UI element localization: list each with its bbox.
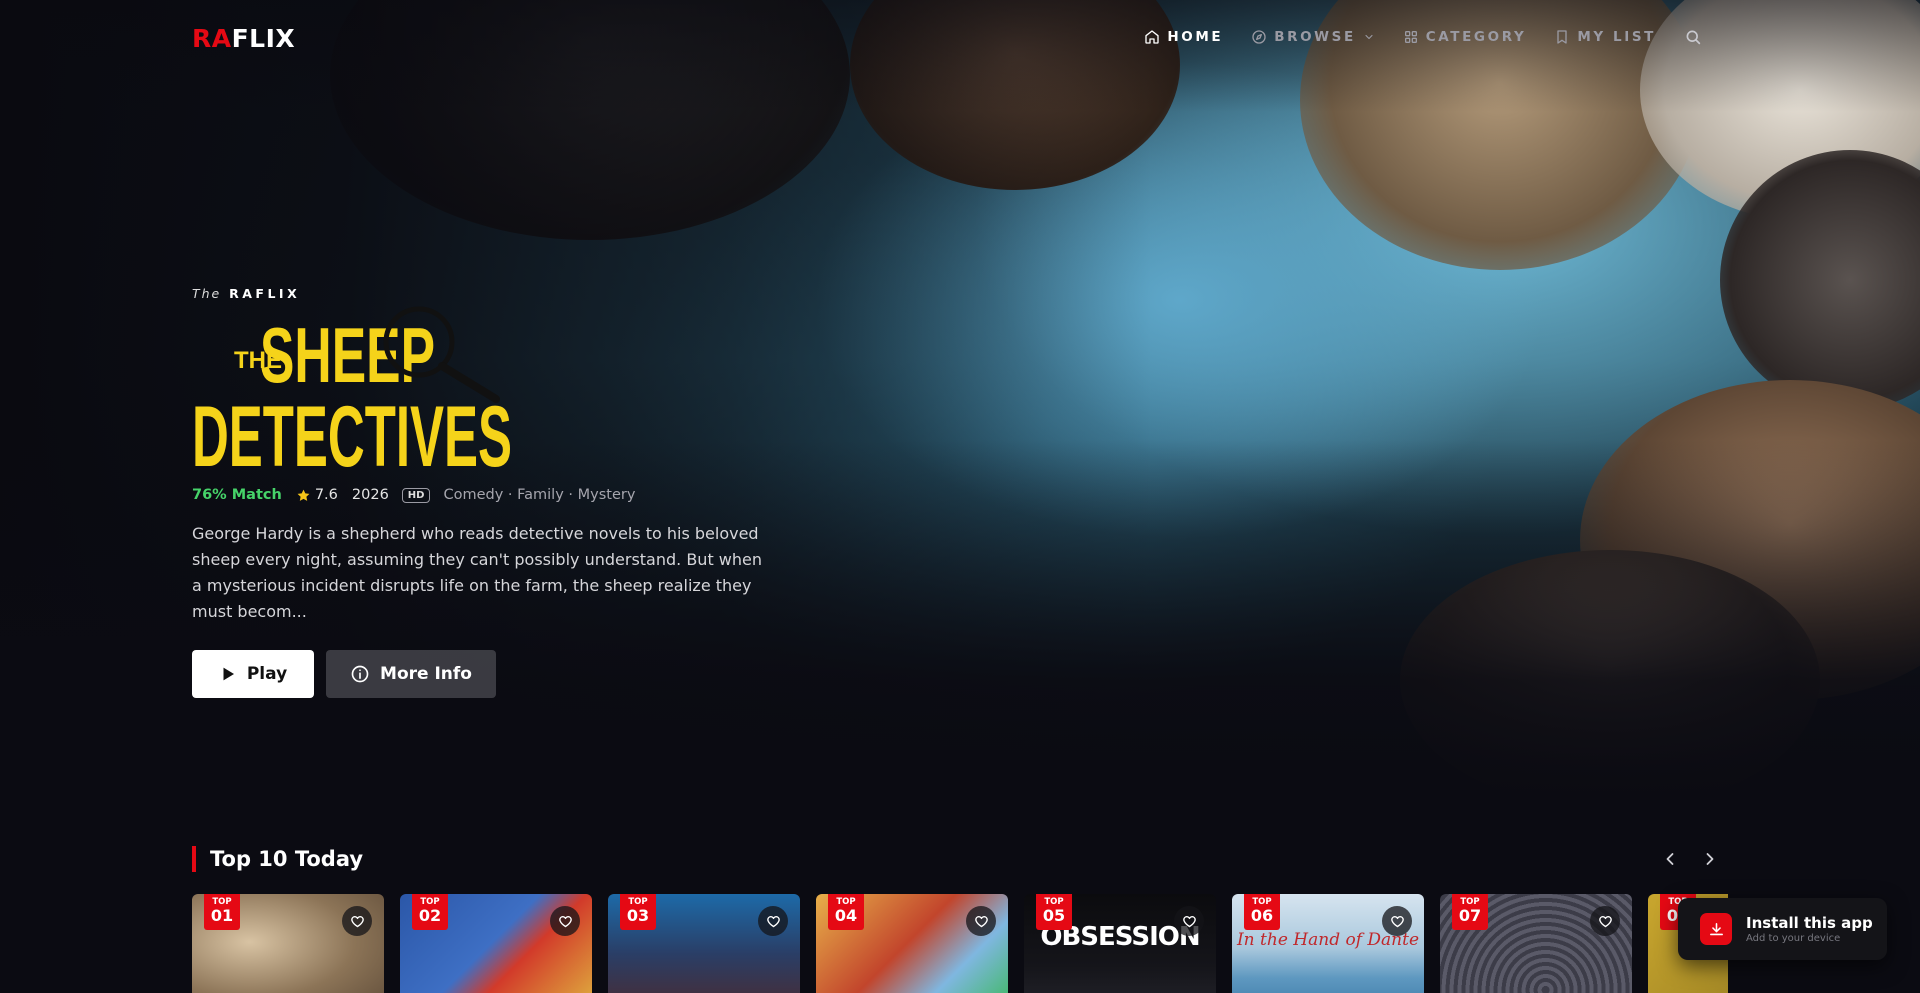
nav-category[interactable]: CATEGORY [1403, 29, 1527, 45]
hero-description: George Hardy is a shepherd who reads det… [192, 524, 763, 621]
rank-badge: TOP 06 [1244, 894, 1280, 930]
heart-icon [766, 915, 780, 927]
poster-card[interactable]: TOP 07 [1440, 894, 1632, 993]
add-favorite-button[interactable] [1174, 906, 1204, 936]
title-logo: THE SHEEP DETECTIVES [192, 306, 512, 474]
heart-icon [350, 915, 364, 927]
heart-icon [1390, 915, 1404, 927]
chevron-down-icon [1365, 34, 1373, 40]
home-icon [1145, 30, 1160, 44]
heart-icon [1598, 915, 1612, 927]
install-app-prompt[interactable]: Install this app Add to your device [1678, 898, 1887, 960]
rating: 7.6 [296, 487, 338, 503]
main-menu: HOME BROWSE CATEGORY MY LIST [1144, 28, 1702, 46]
heart-icon [974, 915, 988, 927]
install-subtitle: Add to your device [1746, 932, 1841, 944]
play-icon [223, 667, 234, 681]
download-icon [1700, 913, 1732, 945]
heart-icon [558, 915, 572, 927]
search-icon[interactable] [1684, 28, 1702, 46]
hero-meta: 76% Match 7.6 2026 HD Comedy · Family · … [192, 487, 635, 503]
poster-card[interactable]: TOP 03 [608, 894, 800, 993]
poster-card[interactable]: In the Hand of Dante TOP 06 [1232, 894, 1424, 993]
poster-card[interactable]: TOP 04 [816, 894, 1008, 993]
add-favorite-button[interactable] [550, 906, 580, 936]
hero-eyebrow: The RAFLIX [192, 286, 301, 301]
rank-badge: TOP 02 [412, 894, 448, 930]
rank-badge: TOP 07 [1452, 894, 1488, 930]
add-favorite-button[interactable] [966, 906, 996, 936]
rank-badge: TOP 01 [204, 894, 240, 930]
poster-card[interactable]: OBSESSION TOP 05 [1024, 894, 1216, 993]
top10-carousel: TOP 01 TOP 02 TOP 03 TOP 04 OBSESSION TOP 05 … [192, 894, 1728, 993]
poster-card[interactable]: TOP 01 [192, 894, 384, 993]
info-icon [351, 665, 369, 683]
add-favorite-button[interactable] [758, 906, 788, 936]
star-icon [297, 489, 310, 501]
add-favorite-button[interactable] [342, 906, 372, 936]
rank-badge: TOP 03 [620, 894, 656, 930]
nav-my-list[interactable]: MY LIST [1554, 29, 1656, 45]
nav-home[interactable]: HOME [1144, 29, 1223, 45]
brand-logo[interactable]: RAFLIX [192, 24, 295, 53]
add-favorite-button[interactable] [1382, 906, 1412, 936]
svg-text:DETECTIVES: DETECTIVES [192, 389, 512, 474]
install-title: Install this app [1746, 913, 1873, 932]
compass-icon [1252, 30, 1266, 44]
top-nav: RAFLIX HOME BROWSE CATEGORY MY LIST [0, 0, 1920, 78]
more-info-button[interactable]: More Info [326, 650, 496, 698]
rank-badge: TOP 05 [1036, 894, 1072, 930]
genre-list: Comedy · Family · Mystery [443, 487, 636, 503]
heart-icon [1182, 915, 1196, 927]
svg-text:SHEEP: SHEEP [260, 311, 435, 399]
rank-badge: TOP 04 [828, 894, 864, 930]
match-score: 76% Match [192, 487, 282, 503]
grid-icon [1404, 30, 1417, 43]
add-favorite-button[interactable] [1590, 906, 1620, 936]
bookmark-icon [1557, 30, 1567, 44]
play-button[interactable]: Play [192, 650, 314, 698]
chevron-left-icon[interactable] [1660, 849, 1680, 869]
release-year: 2026 [351, 487, 389, 503]
chevron-right-icon[interactable] [1700, 849, 1720, 869]
row-title: Top 10 Today [192, 846, 363, 872]
quality-badge: HD [401, 487, 431, 503]
nav-browse[interactable]: BROWSE [1251, 29, 1375, 45]
poster-card[interactable]: TOP 02 [400, 894, 592, 993]
